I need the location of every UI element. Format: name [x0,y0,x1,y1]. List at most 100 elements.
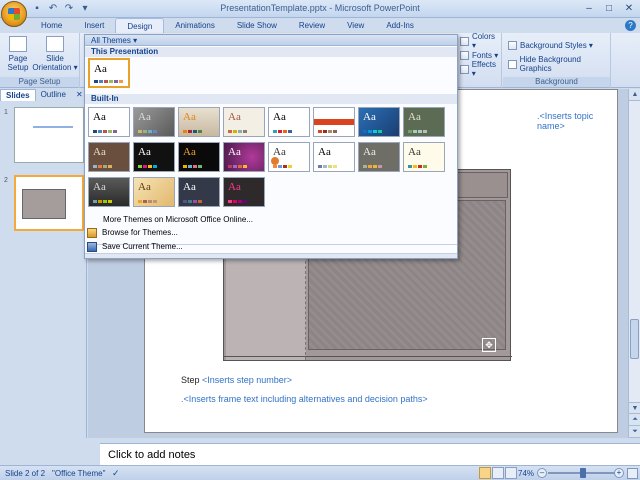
theme-swatches [138,165,157,168]
office-button[interactable] [1,1,27,27]
theme-civic[interactable]: Aa [223,107,265,137]
theme-median[interactable]: Aa [88,142,130,172]
slides-pane: Slides Outline ✕ 1 2 [0,89,87,438]
tab-view[interactable]: View [336,18,375,33]
theme-preview-text: Aa [273,111,286,123]
theme-verve[interactable]: Aa [223,177,265,207]
background-group: Background Styles ▾ Hide Background Grap… [503,33,611,88]
embedded-divider [224,356,512,357]
background-styles-button[interactable]: Background Styles ▾ [508,39,593,51]
tab-add-ins[interactable]: Add-Ins [375,18,425,33]
fit-to-window-button[interactable] [627,468,638,479]
theme-foundry[interactable]: Aa [403,107,445,137]
maximize-button[interactable]: □ [600,2,618,16]
folder-icon [87,227,97,238]
tab-design[interactable]: Design [115,18,165,33]
page-setup-group: Page Setup Slide Orientation ▾ Page Setu… [0,33,80,88]
save-current-theme-item[interactable]: Save Current Theme... [87,240,183,253]
themes-gallery-dropdown: All Themes ▾ This Presentation Aa Built-… [84,34,458,259]
scroll-down-arrow[interactable]: ▼ [629,402,640,414]
tab-outline[interactable]: Outline [36,89,71,101]
dropdown-resize-handle[interactable] [85,253,457,258]
theme-office[interactable]: Aa [88,107,130,137]
step-line[interactable]: Step <Inserts step number> [181,375,292,385]
vertical-scrollbar[interactable]: ▲ ▼ ⏶ ⏷ [628,89,640,438]
theme-swatches [228,200,247,203]
effects-button[interactable]: Effects ▾ [460,60,501,78]
zoom-out-button[interactable]: – [537,468,547,478]
spell-check-icon[interactable]: ✓ [112,468,120,479]
theme-oriel[interactable]: Aa [268,142,310,172]
theme-swatches [228,165,247,168]
zoom-level[interactable]: 74% [518,469,534,478]
zoom-in-button[interactable]: + [614,468,624,478]
slide-thumbnail-2[interactable] [14,175,84,231]
slide-orientation-icon [46,36,64,52]
slide-orientation-button[interactable]: Slide Orientation ▾ [32,36,78,72]
theme-flow[interactable]: Aa [358,107,400,137]
theme-swatches [408,165,427,168]
tab-home[interactable]: Home [30,18,73,33]
theme-origin[interactable]: Aa [313,142,355,172]
theme-solstice[interactable]: Aa [403,142,445,172]
tab-insert[interactable]: Insert [73,18,115,33]
theme-swatches [363,130,382,133]
background-styles-label: Background Styles ▾ [520,40,593,50]
theme-urban[interactable]: Aa [178,177,220,207]
more-themes-online-item[interactable]: More Themes on Microsoft Office Online..… [103,213,253,226]
frame-text-placeholder[interactable]: .<Inserts frame text including alternati… [181,394,428,404]
theme-swatches [93,165,112,168]
background-group-label: Background [503,77,610,87]
close-button[interactable]: ✕ [620,2,638,16]
view-buttons [479,467,517,479]
theme-apex[interactable]: Aa [133,107,175,137]
all-themes-header[interactable]: All Themes ▾ [85,35,457,46]
theme-aspect[interactable]: Aa [178,107,220,137]
theme-swatches [273,130,292,133]
colors-button[interactable]: Colors ▾ [460,32,501,50]
theme-trek[interactable]: Aa [133,177,175,207]
theme-preview-text: Aa [228,181,241,193]
tab-animations[interactable]: Animations [164,18,226,33]
theme-swatches [363,165,382,168]
page-setup-button[interactable]: Page Setup [4,36,32,72]
theme-technic[interactable]: Aa [88,177,130,207]
thumb-image [22,189,66,219]
theme-swatches [183,200,202,203]
theme-options-group: Colors ▾ Fonts ▾ Effects ▾ [458,32,502,88]
theme-module[interactable]: Aa [178,142,220,172]
theme-preview-text: Aa [228,111,241,123]
help-icon[interactable]: ? [625,20,636,31]
slide-thumbnail-1[interactable] [14,107,84,163]
tab-review[interactable]: Review [288,18,336,33]
topic-name-placeholder[interactable]: .<Inserts topic name> [537,111,617,131]
previous-slide-icon[interactable]: ⏶ [629,414,640,426]
slide-sorter-view-button[interactable] [492,467,504,479]
next-slide-icon[interactable]: ⏷ [629,426,640,438]
theme-swatches [138,200,157,203]
theme-accent-dot [271,157,279,165]
thumb-number-2: 2 [4,177,8,184]
window-title: PresentationTemplate.pptx - Microsoft Po… [220,3,420,13]
theme-equity[interactable] [313,107,355,137]
theme-concourse[interactable]: Aa [268,107,310,137]
theme-metro[interactable]: Aa [133,142,175,172]
tab-slides[interactable]: Slides [0,89,36,101]
minimize-button[interactable]: – [580,2,598,16]
theme-swatches [183,130,202,133]
move-handle-icon[interactable]: ✥ [482,338,496,352]
slide-show-view-button[interactable] [505,467,517,479]
theme-office-current[interactable]: Aa [88,58,130,88]
hide-background-checkbox[interactable]: Hide Background Graphics [508,55,610,73]
theme-paper[interactable]: Aa [358,142,400,172]
notes-pane[interactable]: Click to add notes [100,443,640,465]
scroll-thumb[interactable] [630,319,639,359]
browse-themes-item[interactable]: Browse for Themes... [87,226,178,239]
theme-swatches [408,130,427,133]
tab-slide-show[interactable]: Slide Show [226,18,288,33]
theme-opulent[interactable]: Aa [223,142,265,172]
theme-preview-text: Aa [138,111,151,123]
normal-view-button[interactable] [479,467,491,479]
scroll-up-arrow[interactable]: ▲ [629,89,640,101]
zoom-slider-handle[interactable] [580,468,586,478]
